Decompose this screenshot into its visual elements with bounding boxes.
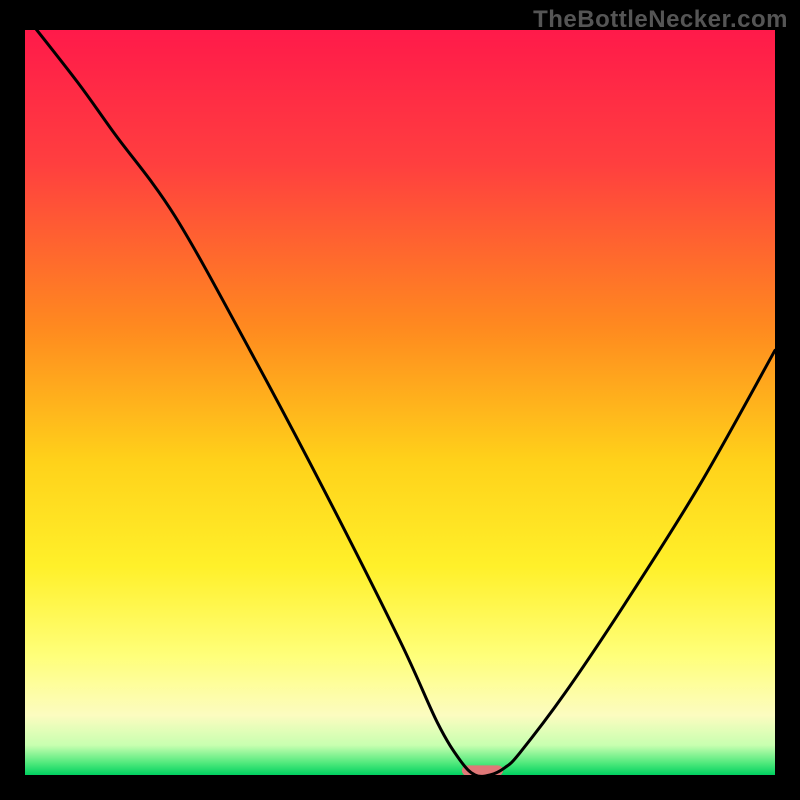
chart-container: TheBottleNecker.com — [0, 0, 800, 800]
chart-plot-area — [25, 30, 775, 775]
chart-background-gradient — [25, 30, 775, 775]
bottleneck-chart — [25, 30, 775, 775]
